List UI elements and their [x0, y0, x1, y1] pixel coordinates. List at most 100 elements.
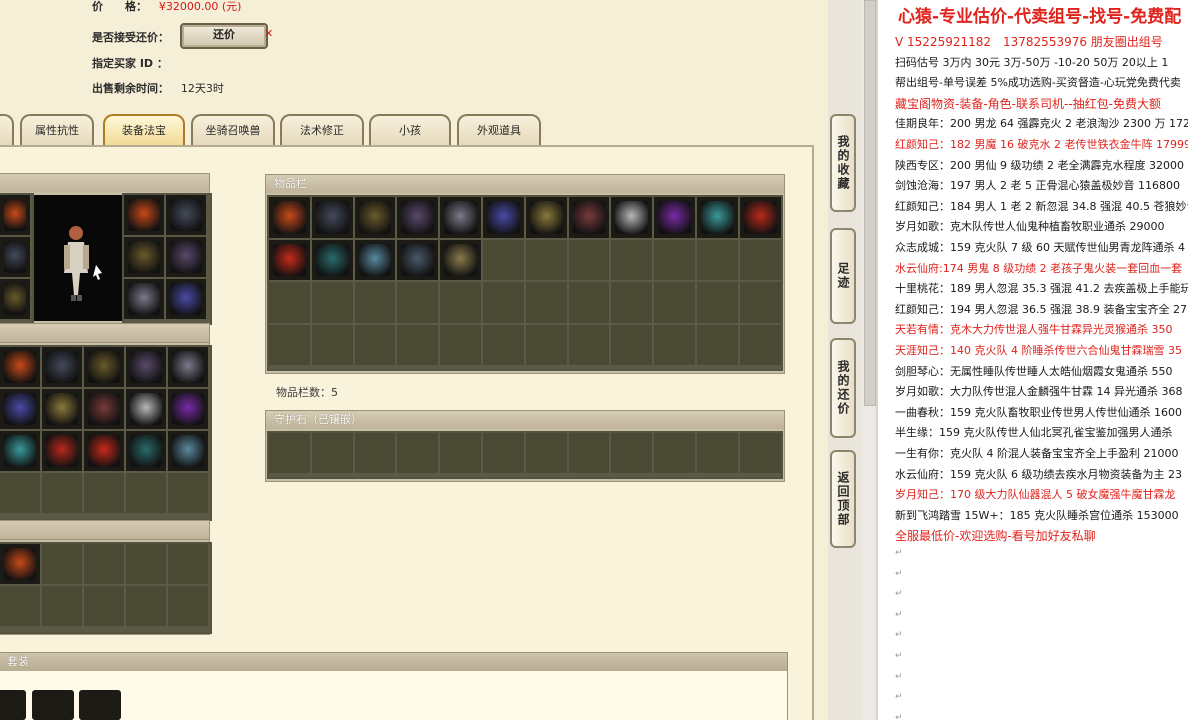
inventory-slot[interactable] — [354, 324, 396, 365]
equipment-slot[interactable] — [124, 237, 164, 277]
inventory-slot[interactable] — [354, 282, 396, 323]
tab-hidden[interactable] — [0, 114, 14, 148]
equipment-slot[interactable] — [0, 279, 30, 319]
equipment-slot[interactable] — [124, 195, 164, 235]
inventory-slot[interactable] — [568, 239, 610, 280]
equipment-slot[interactable] — [0, 237, 30, 277]
bag-slot[interactable] — [168, 431, 208, 471]
suit-item[interactable] — [32, 690, 74, 720]
tab-attributes[interactable]: 属性抗性 — [20, 114, 94, 148]
inventory-slot[interactable] — [739, 324, 781, 365]
inventory-slot[interactable] — [354, 197, 396, 238]
inventory-slot[interactable] — [611, 197, 653, 238]
guardian-slot[interactable] — [354, 433, 396, 473]
tab-child[interactable]: 小孩 — [369, 114, 451, 148]
bag-slot[interactable] — [42, 431, 82, 471]
tab-mounts-pets[interactable]: 坐骑召唤兽 — [191, 114, 275, 148]
inventory-slot[interactable] — [482, 324, 524, 365]
pet-slot[interactable] — [126, 544, 166, 584]
bag-slot[interactable] — [168, 389, 208, 429]
bag-slot[interactable] — [0, 473, 40, 513]
inventory-slot[interactable] — [696, 282, 738, 323]
bag-slot[interactable] — [42, 347, 82, 387]
pet-slot[interactable] — [84, 544, 124, 584]
inventory-slot[interactable] — [568, 197, 610, 238]
scrollbar-thumb[interactable] — [864, 0, 876, 406]
inventory-slot[interactable] — [311, 324, 353, 365]
equipment-slot[interactable] — [0, 195, 30, 235]
inventory-slot[interactable] — [311, 197, 353, 238]
inventory-slot[interactable] — [654, 197, 695, 238]
footprint-tab[interactable]: 足迹 — [830, 228, 856, 324]
bag-slot[interactable] — [126, 347, 166, 387]
guardian-slot[interactable] — [440, 433, 481, 473]
inventory-slot[interactable] — [269, 282, 310, 323]
bag-slot[interactable] — [0, 389, 40, 429]
pet-slot[interactable] — [0, 544, 40, 584]
pet-slot[interactable] — [126, 586, 166, 626]
bag-slot[interactable] — [0, 431, 40, 471]
inventory-slot[interactable] — [354, 239, 396, 280]
bag-slot[interactable] — [126, 473, 166, 513]
bag-slot[interactable] — [84, 347, 124, 387]
inventory-slot[interactable] — [525, 239, 567, 280]
inventory-slot[interactable] — [654, 324, 695, 365]
inventory-slot[interactable] — [440, 197, 481, 238]
equipment-slot[interactable] — [166, 279, 206, 319]
inventory-slot[interactable] — [568, 282, 610, 323]
bag-slot[interactable] — [42, 389, 82, 429]
bargain-button[interactable]: 还价 — [180, 23, 268, 49]
inventory-slot[interactable] — [482, 239, 524, 280]
guardian-slot[interactable] — [525, 433, 567, 473]
inventory-slot[interactable] — [440, 282, 481, 323]
inventory-slot[interactable] — [696, 197, 738, 238]
pet-slot[interactable] — [0, 586, 40, 626]
close-icon[interactable]: ✕ — [264, 27, 273, 40]
tab-spells[interactable]: 法术修正 — [280, 114, 364, 148]
inventory-slot[interactable] — [269, 239, 310, 280]
inventory-slot[interactable] — [269, 324, 310, 365]
inventory-slot[interactable] — [611, 239, 653, 280]
inventory-slot[interactable] — [739, 239, 781, 280]
inventory-slot[interactable] — [568, 324, 610, 365]
bag-slot[interactable] — [84, 473, 124, 513]
inventory-slot[interactable] — [525, 197, 567, 238]
inventory-slot[interactable] — [654, 282, 695, 323]
inventory-slot[interactable] — [739, 282, 781, 323]
guardian-slot[interactable] — [696, 433, 738, 473]
guardian-slot[interactable] — [397, 433, 439, 473]
inventory-slot[interactable] — [611, 324, 653, 365]
inventory-slot[interactable] — [440, 324, 481, 365]
equipment-slot[interactable] — [166, 237, 206, 277]
inventory-slot[interactable] — [397, 197, 439, 238]
inventory-slot[interactable] — [611, 282, 653, 323]
back-to-top-tab[interactable]: 返回顶部 — [830, 450, 856, 548]
my-bargain-tab[interactable]: 我的还价 — [830, 338, 856, 438]
favorites-tab[interactable]: 我的收藏 — [830, 114, 856, 212]
pet-slot[interactable] — [42, 586, 82, 626]
pet-slot[interactable] — [84, 586, 124, 626]
inventory-slot[interactable] — [696, 324, 738, 365]
guardian-slot[interactable] — [482, 433, 524, 473]
inventory-slot[interactable] — [397, 282, 439, 323]
guardian-slot[interactable] — [269, 433, 310, 473]
inventory-slot[interactable] — [311, 239, 353, 280]
inventory-slot[interactable] — [269, 197, 310, 238]
suit-item[interactable] — [0, 690, 26, 720]
inventory-slot[interactable] — [739, 197, 781, 238]
pet-slot[interactable] — [168, 544, 208, 584]
bag-slot[interactable] — [84, 389, 124, 429]
guardian-slot[interactable] — [611, 433, 653, 473]
tab-appearance[interactable]: 外观道具 — [457, 114, 541, 148]
guardian-slot[interactable] — [739, 433, 781, 473]
document-editor[interactable]: 心猿-专业估价-代卖组号-找号-免费配 V 15225921182 137825… — [876, 0, 1188, 720]
suit-item[interactable] — [79, 690, 121, 720]
inventory-slot[interactable] — [525, 324, 567, 365]
inventory-slot[interactable] — [397, 239, 439, 280]
equipment-slot[interactable] — [166, 195, 206, 235]
inventory-slot[interactable] — [696, 239, 738, 280]
inventory-slot[interactable] — [440, 239, 481, 280]
inventory-slot[interactable] — [311, 282, 353, 323]
bag-slot[interactable] — [168, 347, 208, 387]
guardian-slot[interactable] — [311, 433, 353, 473]
